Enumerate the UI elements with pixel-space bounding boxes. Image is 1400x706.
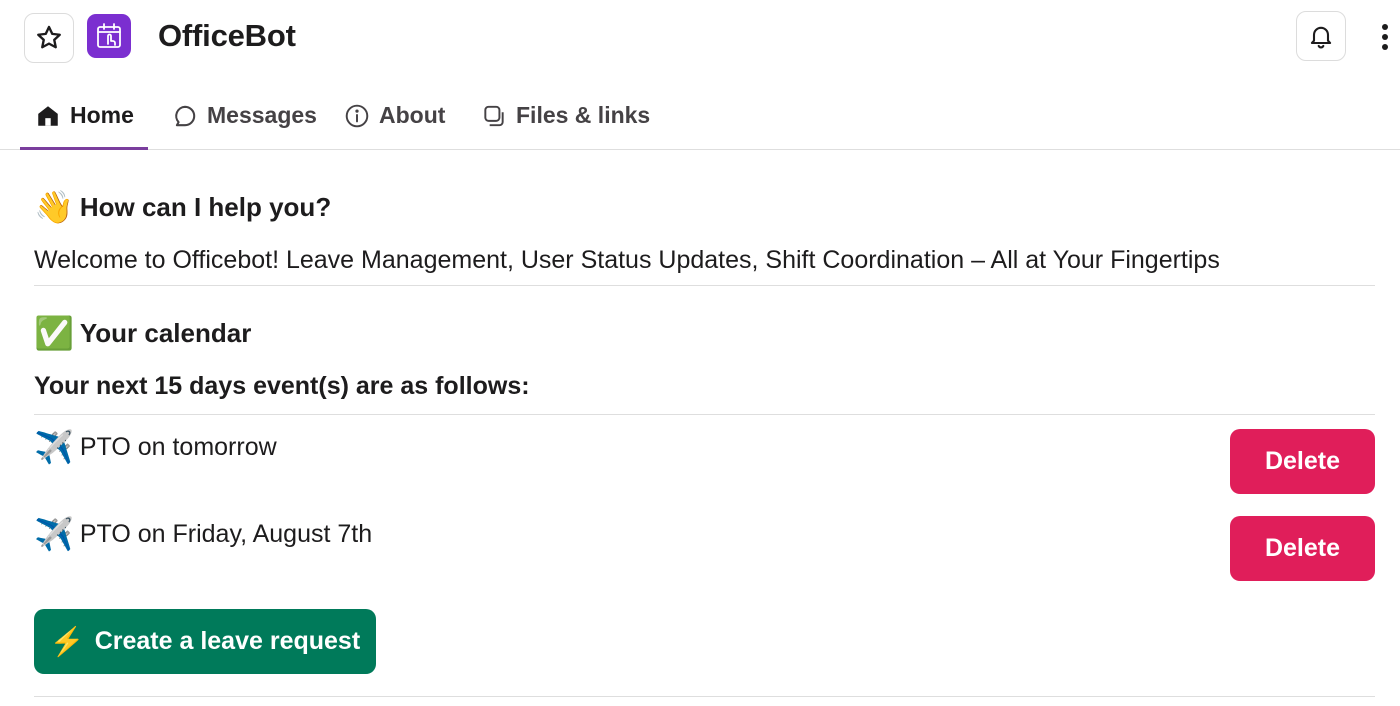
help-heading: 👋 How can I help you?: [34, 188, 331, 226]
files-icon: [484, 105, 504, 126]
tab-messages-label: Messages: [207, 102, 317, 128]
event-text: PTO on tomorrow: [79, 432, 277, 461]
tab-home[interactable]: Home: [20, 82, 148, 150]
app-title: OfficeBot: [158, 18, 296, 53]
tab-files-links[interactable]: Files & links: [481, 82, 650, 149]
tab-about-label: About: [379, 102, 446, 128]
officebot-calendar-icon: [97, 23, 121, 48]
more-vertical-icon-dot: [1382, 34, 1388, 40]
calendar-event: ✈️ PTO on Friday, August 7th: [34, 515, 372, 553]
create-leave-request-button[interactable]: ⚡ Create a leave request: [34, 609, 376, 674]
tab-about[interactable]: About: [344, 82, 445, 149]
divider: [34, 696, 1375, 697]
star-icon: [37, 25, 61, 49]
create-leave-request-label: Create a leave request: [94, 627, 361, 655]
event-text: PTO on Friday, August 7th: [79, 519, 373, 548]
active-tab-indicator: [20, 147, 148, 150]
delete-event-button[interactable]: Delete: [1230, 429, 1375, 494]
welcome-text: Welcome to Officebot! Leave Management, …: [34, 246, 1220, 274]
divider: [34, 414, 1375, 415]
tab-messages[interactable]: Messages: [172, 82, 317, 149]
star-button[interactable]: [24, 13, 74, 63]
airplane-icon: ✈️: [34, 429, 74, 465]
app-header: OfficeBot: [0, 0, 1400, 76]
bell-icon: [1310, 26, 1332, 49]
notifications-button[interactable]: [1296, 11, 1346, 61]
tab-files-label: Files & links: [516, 102, 651, 128]
calendar-event: ✈️ PTO on tomorrow: [34, 428, 277, 466]
delete-event-button[interactable]: Delete: [1230, 516, 1375, 581]
tab-bar: Home Messages About Files & links: [0, 82, 1400, 150]
help-title: How can I help you?: [79, 191, 332, 222]
more-vertical-icon-dot: [1382, 24, 1388, 30]
calendar-title: Your calendar: [79, 317, 252, 348]
calendar-subtitle: Your next 15 days event(s) are as follow…: [34, 372, 530, 400]
more-options-button[interactable]: [1374, 20, 1396, 54]
officebot-app-icon[interactable]: [87, 14, 131, 58]
tab-home-label: Home: [70, 102, 134, 128]
more-vertical-icon-dot: [1382, 44, 1388, 50]
waving-hand-icon: 👋: [34, 189, 74, 225]
info-icon: [345, 104, 369, 127]
message-icon: [175, 105, 196, 126]
calendar-heading: ✅ Your calendar: [34, 314, 251, 352]
home-icon: [38, 105, 58, 126]
divider: [34, 285, 1375, 286]
check-mark-icon: ✅: [34, 315, 74, 351]
airplane-icon: ✈️: [34, 516, 74, 552]
lightning-icon: ⚡: [49, 626, 85, 657]
